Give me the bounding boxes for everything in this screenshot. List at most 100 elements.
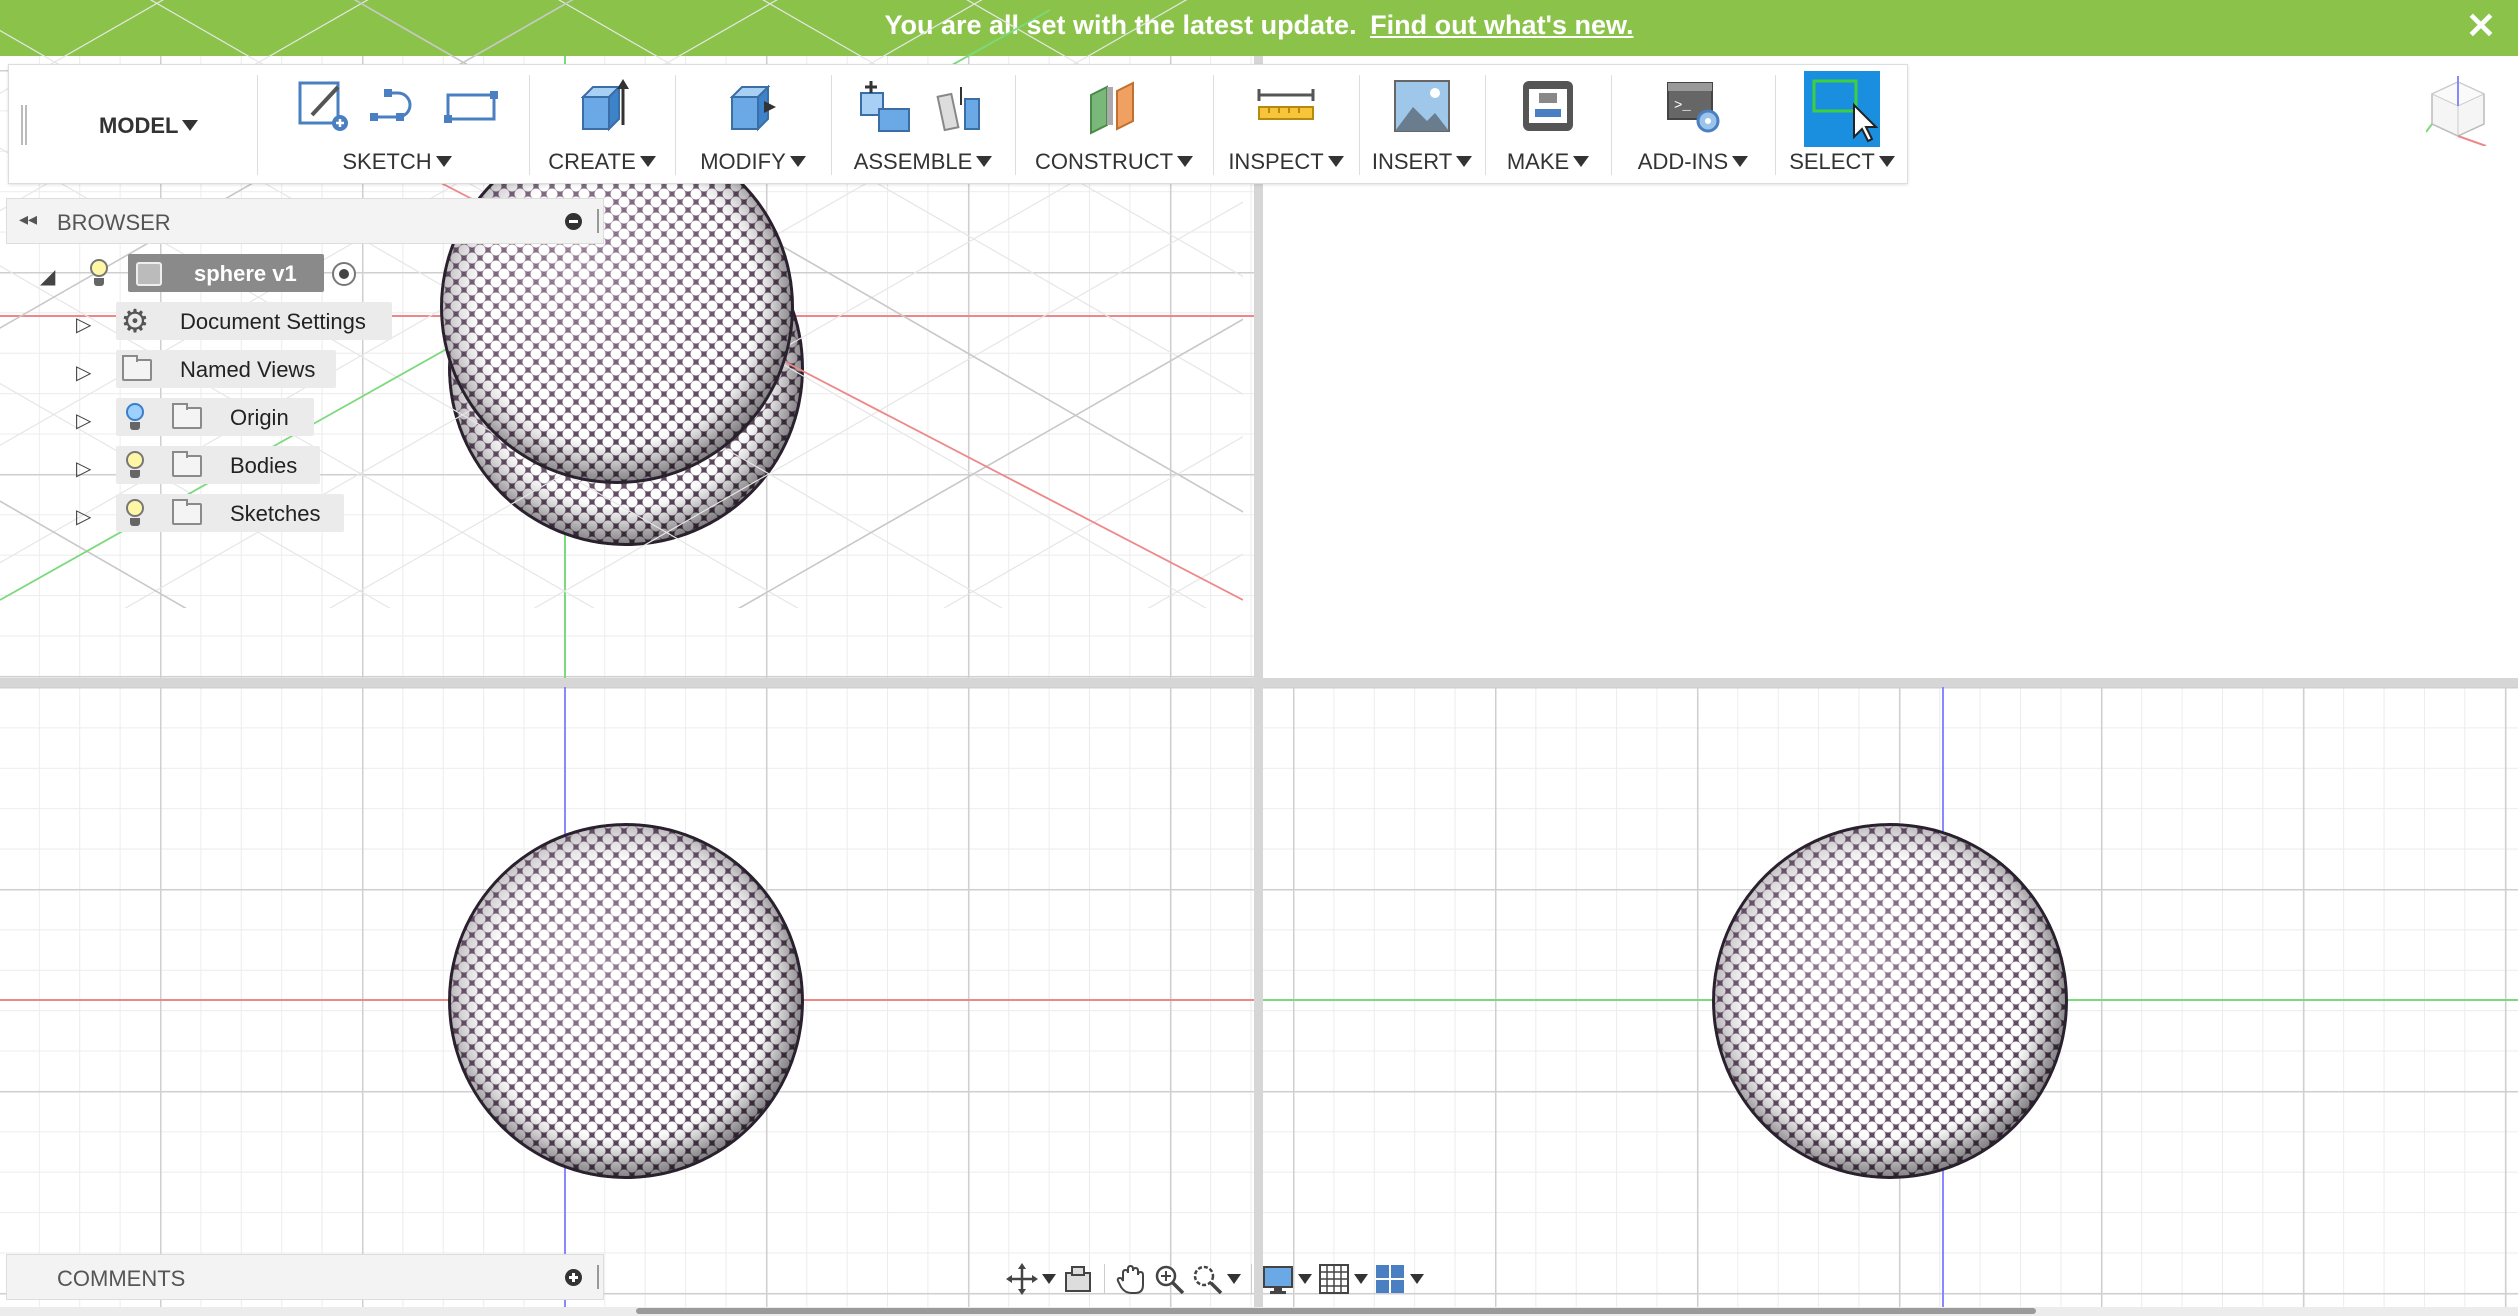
fit-icon [1193, 1265, 1223, 1295]
tree-item-sketches[interactable]: ▷ Sketches [0, 494, 400, 532]
viewports-icon [1376, 1265, 1404, 1293]
expand-arrow-icon[interactable]: ▷ [76, 312, 91, 337]
select-menu[interactable]: SELECT [1775, 149, 1909, 175]
toolbar-group-insert: INSERT [1359, 65, 1485, 183]
create-menu[interactable]: CREATE [529, 149, 675, 175]
orbit-icon [1006, 1263, 1038, 1295]
toolbar-group-construct: CONSTRUCT [1015, 65, 1213, 183]
create-sketch-icon[interactable] [294, 77, 352, 135]
line-icon[interactable] [368, 77, 426, 135]
rectangle-icon[interactable] [442, 77, 500, 135]
panel-resize-handle[interactable] [597, 1265, 599, 1289]
minimize-browser-button[interactable] [565, 213, 582, 230]
visibility-bulb-icon[interactable] [124, 403, 146, 431]
svg-text:>_: >_ [1674, 98, 1691, 114]
tree-item-origin[interactable]: ▷ Origin [0, 398, 400, 436]
toolbar-grip[interactable] [21, 105, 27, 145]
toolbar-group-select: SELECT [1775, 65, 1909, 183]
inspect-menu[interactable]: INSPECT [1213, 149, 1359, 175]
expand-arrow-icon[interactable]: ▷ [76, 504, 91, 529]
folder-icon [122, 355, 152, 381]
fit-button[interactable] [1191, 1261, 1241, 1297]
browser-panel-header: ◂◂ BROWSER [6, 198, 604, 244]
sphere-body[interactable] [448, 823, 804, 1179]
main-toolbar: MODEL SKETCH CREATE MODIFY ASSEMBLE CONS… [8, 64, 1908, 184]
comments-panel: COMMENTS [6, 1254, 604, 1300]
visibility-bulb-icon[interactable] [124, 451, 146, 479]
toolbar-group-sketch: SKETCH [265, 65, 529, 183]
viewport-divider-vertical[interactable] [1254, 56, 1263, 1316]
navigation-bar [1006, 1256, 1506, 1302]
look-at-icon [1065, 1266, 1091, 1292]
3d-print-icon[interactable] [1519, 77, 1577, 135]
whats-new-link[interactable]: Find out what's new. [1370, 10, 1633, 40]
visibility-bulb-icon[interactable] [124, 499, 146, 527]
folder-icon [172, 499, 202, 525]
component-icon [136, 262, 162, 286]
scripts-addins-icon[interactable]: >_ [1664, 77, 1722, 135]
toolbar-group-create: CREATE [529, 65, 675, 183]
expand-arrow-icon[interactable]: ▷ [76, 360, 91, 385]
tree-item-bodies[interactable]: ▷ Bodies [0, 446, 400, 484]
grid-settings-icon [1319, 1264, 1349, 1294]
pan-icon [1116, 1264, 1144, 1294]
insert-image-icon[interactable] [1393, 77, 1451, 135]
grid-settings-button[interactable] [1318, 1261, 1368, 1297]
toolbar-group-modify: MODIFY [675, 65, 831, 183]
select-icon[interactable] [1804, 71, 1880, 147]
assemble-menu[interactable]: ASSEMBLE [831, 149, 1015, 175]
tree-item-label: Named Views [180, 357, 316, 382]
tree-item-label: Bodies [230, 453, 298, 478]
viewports-button[interactable] [1374, 1261, 1424, 1297]
expand-arrow-icon[interactable]: ▷ [76, 408, 91, 433]
panel-resize-handle[interactable] [597, 209, 599, 233]
tree-item-document-settings[interactable]: ▷ ⚙ Document Settings [0, 302, 400, 340]
make-menu[interactable]: MAKE [1485, 149, 1611, 175]
browser-title: BROWSER [57, 210, 171, 235]
zoom-button[interactable] [1153, 1261, 1185, 1297]
tree-root-sphere[interactable]: ◢ sphere v1 [0, 254, 380, 292]
modify-menu[interactable]: MODIFY [675, 149, 831, 175]
sketch-menu[interactable]: SKETCH [265, 149, 529, 175]
pan-button[interactable] [1115, 1261, 1147, 1297]
close-banner-button[interactable]: ✕ [2466, 6, 2496, 46]
new-component-icon[interactable] [857, 77, 915, 135]
horizontal-scrollbar[interactable] [636, 1308, 2036, 1314]
add-comment-button[interactable] [565, 1269, 582, 1286]
insert-menu[interactable]: INSERT [1359, 149, 1485, 175]
tree-item-label: Sketches [230, 501, 321, 526]
toolbar-group-inspect: INSPECT [1213, 65, 1359, 183]
look-at-button[interactable] [1062, 1261, 1094, 1297]
collapse-arrow-icon[interactable]: ◢ [40, 264, 55, 289]
folder-icon [172, 451, 202, 477]
comments-title: COMMENTS [57, 1266, 186, 1291]
measure-icon[interactable] [1257, 77, 1315, 135]
folder-icon [172, 403, 202, 429]
activate-component-radio[interactable] [332, 262, 356, 286]
offset-plane-icon[interactable] [1085, 77, 1143, 135]
sphere-body[interactable] [1712, 823, 2068, 1179]
tree-item-label: Document Settings [180, 309, 366, 334]
display-settings-button[interactable] [1262, 1261, 1312, 1297]
press-pull-icon[interactable] [724, 77, 782, 135]
view-cube-icon[interactable] [2425, 74, 2490, 147]
collapse-panel-icon[interactable]: ◂◂ [19, 209, 37, 230]
extrude-icon[interactable] [573, 77, 631, 135]
viewport-front[interactable] [0, 687, 1254, 1307]
toolbar-group-assemble: ASSEMBLE [831, 65, 1015, 183]
visibility-bulb-icon[interactable] [88, 259, 110, 287]
toolbar-group-addins: >_ ADD-INS [1611, 65, 1775, 183]
zoom-icon [1155, 1265, 1185, 1295]
display-settings-icon [1263, 1266, 1293, 1294]
workspace-switcher-button[interactable]: MODEL [99, 113, 199, 139]
orbit-button[interactable] [1006, 1261, 1056, 1297]
tree-item-named-views[interactable]: ▷ Named Views [0, 350, 400, 388]
joint-icon[interactable] [931, 77, 989, 135]
gear-icon: ⚙ [120, 303, 150, 339]
construct-menu[interactable]: CONSTRUCT [1015, 149, 1213, 175]
viewport-right[interactable] [1263, 687, 2518, 1307]
expand-arrow-icon[interactable]: ▷ [76, 456, 91, 481]
addins-menu[interactable]: ADD-INS [1611, 149, 1775, 175]
toolbar-group-make: MAKE [1485, 65, 1611, 183]
workspace-label: MODEL [99, 113, 179, 138]
